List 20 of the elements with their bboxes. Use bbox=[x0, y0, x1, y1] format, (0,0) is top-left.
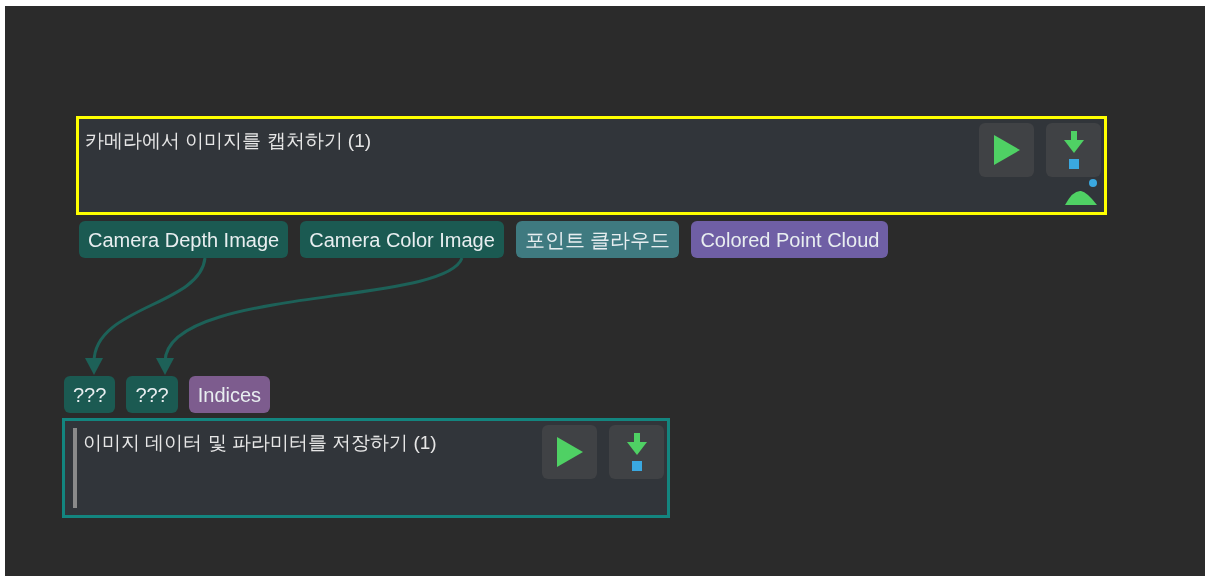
port-tag[interactable]: ??? bbox=[126, 376, 178, 413]
node-title: 카메라에서 이미지를 캡처하기 (1) bbox=[85, 130, 372, 151]
download-arrow-icon bbox=[1063, 131, 1084, 169]
play-icon bbox=[993, 135, 1020, 165]
port-tag[interactable]: Colored Point Cloud bbox=[691, 221, 889, 258]
node-card[interactable]: 이미지 데이터 및 파라미터를 저장하기 (1) bbox=[62, 418, 670, 518]
run-button[interactable] bbox=[979, 123, 1034, 177]
download-arrow-icon bbox=[626, 433, 647, 471]
port-tag[interactable]: Indices bbox=[188, 376, 271, 413]
landscape-icon bbox=[1065, 178, 1099, 206]
node-title: 이미지 데이터 및 파라미터를 저장하기 (1) bbox=[83, 432, 437, 453]
port-tag[interactable]: Camera Depth Image bbox=[79, 221, 289, 258]
port-tag[interactable]: Camera Color Image bbox=[300, 221, 504, 258]
port-tag[interactable]: ??? bbox=[64, 376, 116, 413]
node-card[interactable]: 카메라에서 이미지를 캡처하기 (1) bbox=[76, 116, 1107, 215]
run-button[interactable] bbox=[542, 425, 597, 479]
port-tag[interactable]: 포인트 클라우드 bbox=[515, 221, 680, 258]
play-icon bbox=[556, 437, 583, 467]
download-button[interactable] bbox=[609, 425, 664, 479]
download-button[interactable] bbox=[1046, 123, 1101, 177]
